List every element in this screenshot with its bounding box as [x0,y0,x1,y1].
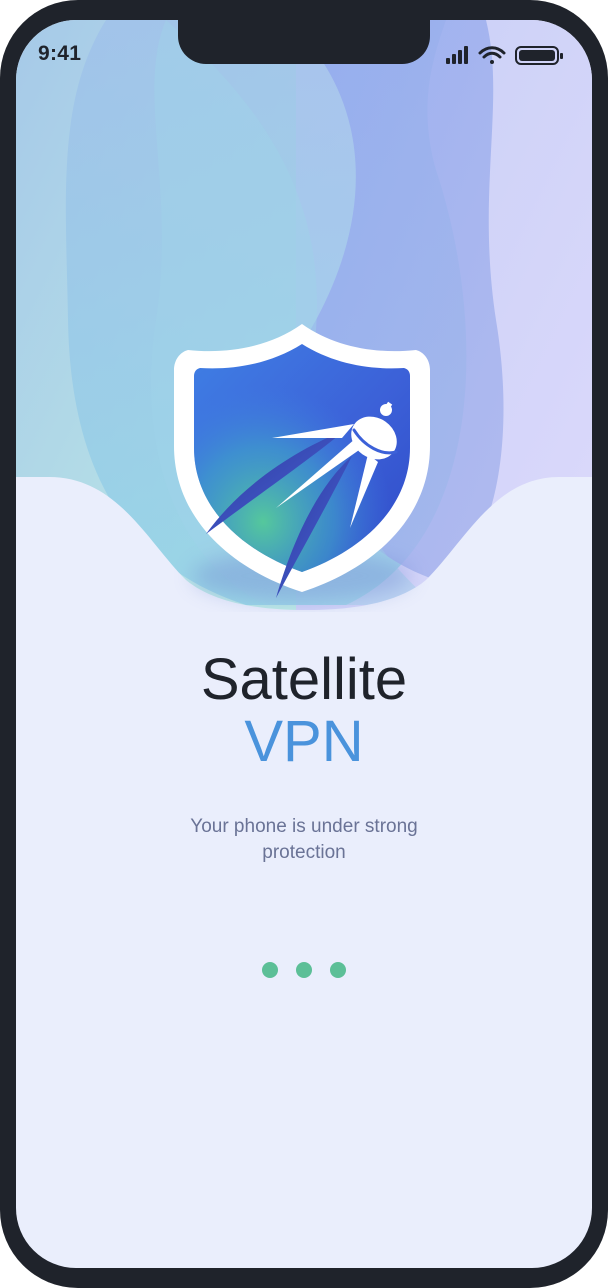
phone-frame: 9:41 Satellite VPN Your phone is under s… [0,0,608,1288]
loading-dot [296,962,312,978]
battery-icon [515,46,563,65]
app-title-accent: VPN [244,709,364,774]
status-time: 9:41 [38,42,82,65]
status-icons [446,46,563,65]
app-screen: 9:41 Satellite VPN Your phone is under s… [16,20,592,1268]
loading-dot [262,962,278,978]
loading-indicator [16,962,592,978]
app-title: Satellite [200,647,408,712]
cellular-signal-icon [446,46,468,64]
satellite-shield-icon [174,324,430,602]
tagline: Your phone is under strong protection [190,816,418,863]
device-notch [178,20,430,64]
loading-dot [330,962,346,978]
wifi-icon [478,46,506,64]
